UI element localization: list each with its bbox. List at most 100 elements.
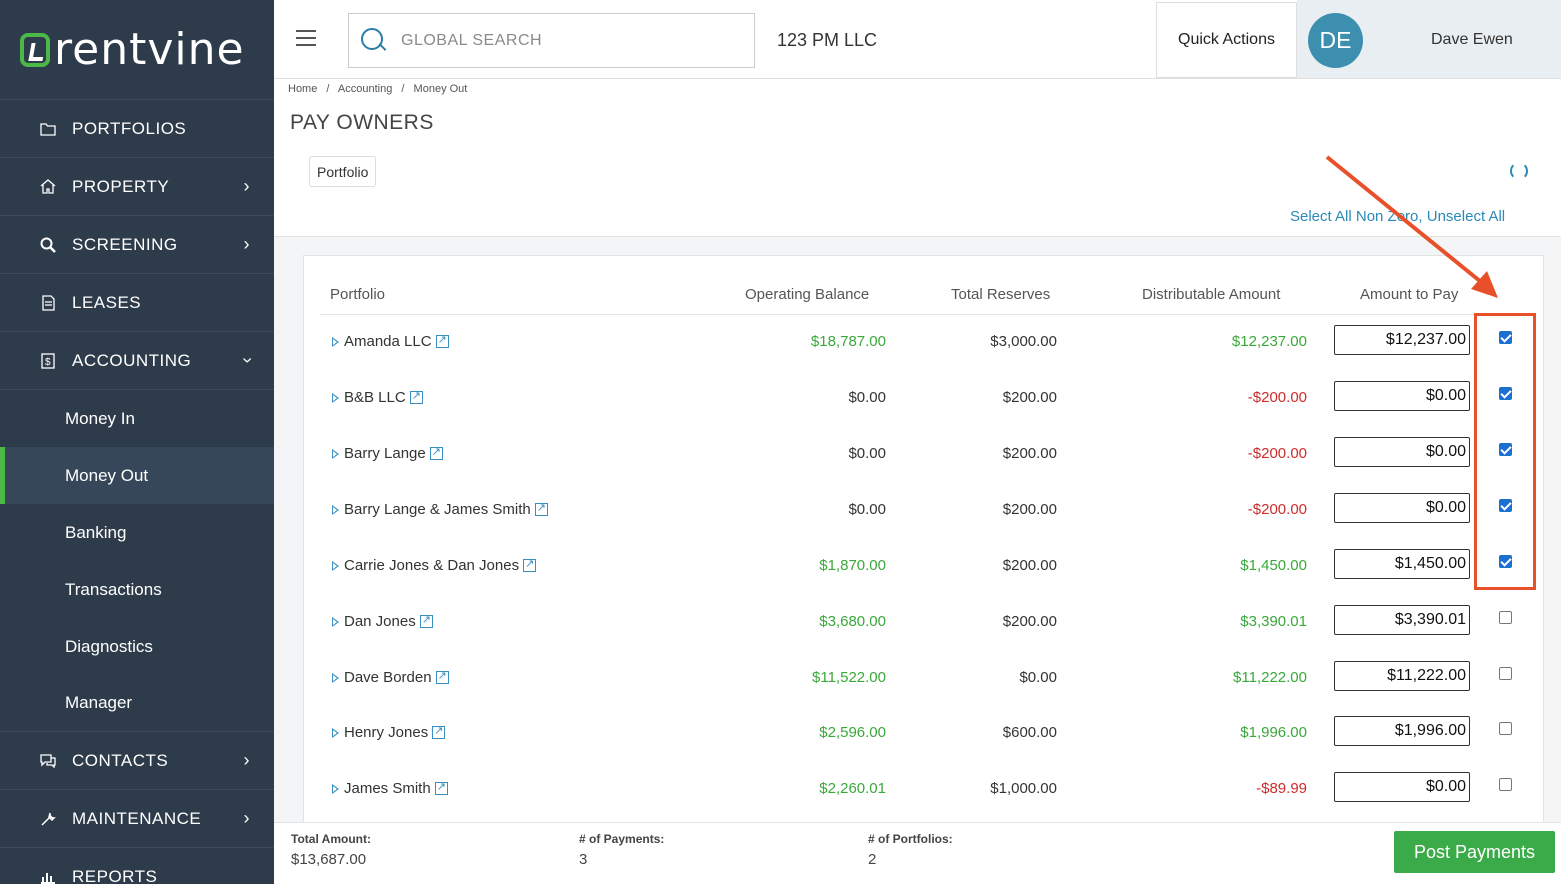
portfolio-cell[interactable]: James Smith: [332, 780, 448, 797]
logo-mark-icon: [20, 32, 50, 67]
portfolio-cell[interactable]: Barry Lange & James Smith: [332, 501, 548, 518]
company-name[interactable]: 123 PM LLC: [777, 30, 877, 51]
sidebar-item-maintenance[interactable]: MAINTENANCE ›: [0, 790, 274, 848]
portfolio-name: Dave Borden: [344, 669, 432, 686]
expand-triangle-icon[interactable]: [332, 504, 339, 515]
external-link-icon[interactable]: [435, 333, 449, 348]
portfolios-count-value: 2: [868, 851, 877, 868]
amount-to-pay-input[interactable]: [1334, 549, 1470, 579]
rentvine-logo[interactable]: rentvine: [0, 0, 274, 100]
logo-text: rentvine: [54, 24, 245, 75]
expand-triangle-icon[interactable]: [332, 448, 339, 459]
select-all-nonzero-link[interactable]: Select All Non Zero: [1290, 208, 1418, 225]
breadcrumb-separator: /: [326, 83, 330, 95]
portfolio-cell[interactable]: Amanda LLC: [332, 333, 449, 350]
portfolio-name: B&B LLC: [344, 389, 406, 406]
sidebar-item-accounting[interactable]: $ ACCOUNTING ›: [0, 332, 274, 390]
amount-to-pay-input[interactable]: [1334, 605, 1470, 635]
sidebar-item-reports[interactable]: REPORTS: [0, 848, 274, 884]
external-link-icon[interactable]: [429, 445, 443, 460]
expand-triangle-icon[interactable]: [332, 672, 339, 683]
table-row: Dan Jones $3,680.00 $200.00 $3,390.01: [320, 595, 1535, 651]
external-link-icon[interactable]: [435, 669, 449, 684]
external-link-icon[interactable]: [432, 724, 446, 739]
sidebar-item-portfolios[interactable]: PORTFOLIOS: [0, 100, 274, 158]
expand-triangle-icon[interactable]: [332, 392, 339, 403]
column-header-amount-to-pay[interactable]: Amount to Pay: [1360, 286, 1458, 303]
operating-balance: $1,870.00: [819, 557, 886, 574]
portfolio-cell[interactable]: Dan Jones: [332, 613, 433, 630]
pay-checkbox[interactable]: [1499, 667, 1512, 680]
expand-triangle-icon[interactable]: [332, 560, 339, 571]
amount-to-pay-input[interactable]: [1334, 381, 1470, 411]
table-row: Henry Jones $2,596.00 $600.00 $1,996.00: [320, 706, 1535, 762]
user-name[interactable]: Dave Ewen: [1431, 31, 1513, 49]
user-menu[interactable]: DE Dave Ewen: [1297, 0, 1561, 78]
sidebar-subitem-manager[interactable]: Manager: [0, 675, 274, 732]
external-link-icon[interactable]: [409, 389, 423, 404]
expand-triangle-icon[interactable]: [332, 616, 339, 627]
distributable-amount: $1,996.00: [1240, 724, 1307, 741]
external-link-icon[interactable]: [534, 501, 548, 516]
sidebar-item-leases[interactable]: LEASES: [0, 274, 274, 332]
portfolio-cell[interactable]: Dave Borden: [332, 669, 449, 686]
total-reserves: $1,000.00: [990, 780, 1057, 797]
sidebar-item-label: LEASES: [72, 292, 142, 312]
breadcrumb-home[interactable]: Home: [288, 83, 317, 95]
external-link-icon[interactable]: [523, 557, 537, 572]
expand-triangle-icon[interactable]: [332, 336, 339, 347]
sidebar-item-label: ACCOUNTING: [72, 350, 192, 370]
portfolio-cell[interactable]: Henry Jones: [332, 724, 446, 741]
expand-triangle-icon[interactable]: [332, 727, 339, 738]
portfolio-cell[interactable]: Barry Lange: [332, 445, 443, 462]
external-link-icon[interactable]: [434, 780, 448, 795]
amount-to-pay-input[interactable]: [1334, 437, 1470, 467]
operating-balance: $0.00: [848, 445, 886, 462]
magnify-icon: [38, 235, 58, 255]
sidebar-subitem-banking[interactable]: Banking: [0, 504, 274, 561]
pay-checkbox[interactable]: [1499, 778, 1512, 791]
sidebar-item-property[interactable]: PROPERTY ›: [0, 158, 274, 216]
external-link-icon[interactable]: [419, 613, 433, 628]
global-search-input[interactable]: [401, 31, 741, 50]
breadcrumb-accounting[interactable]: Accounting: [338, 83, 392, 95]
svg-text:$: $: [45, 357, 51, 368]
hamburger-menu-icon[interactable]: [296, 30, 316, 46]
top-bar: 123 PM LLC Quick Actions DE Dave Ewen: [274, 0, 1561, 79]
total-reserves: $200.00: [1002, 501, 1057, 518]
avatar[interactable]: DE: [1308, 13, 1363, 68]
amount-to-pay-input[interactable]: [1334, 716, 1470, 746]
payments-count-value: 3: [579, 851, 588, 868]
sidebar-subitem-diagnostics[interactable]: Diagnostics: [0, 618, 274, 675]
pay-checkbox[interactable]: [1499, 611, 1512, 624]
amount-to-pay-input[interactable]: [1334, 493, 1470, 523]
table-row: James Smith $2,260.01 $1,000.00 -$89.99: [320, 762, 1535, 818]
portfolio-name: Barry Lange & James Smith: [344, 501, 531, 518]
expand-triangle-icon[interactable]: [332, 783, 339, 794]
sidebar-subitem-transactions[interactable]: Transactions: [0, 561, 274, 618]
global-search[interactable]: [348, 13, 755, 68]
column-header-total-reserves[interactable]: Total Reserves: [951, 286, 1050, 303]
sidebar-subitem-money-in[interactable]: Money In: [0, 390, 274, 447]
total-reserves: $200.00: [1002, 389, 1057, 406]
portfolio-cell[interactable]: B&B LLC: [332, 389, 423, 406]
portfolio-cell[interactable]: Carrie Jones & Dan Jones: [332, 557, 537, 574]
column-header-operating-balance[interactable]: Operating Balance: [745, 286, 869, 303]
amount-to-pay-input[interactable]: [1334, 325, 1470, 355]
amount-to-pay-input[interactable]: [1334, 772, 1470, 802]
column-header-portfolio[interactable]: Portfolio: [330, 286, 385, 303]
sidebar-item-screening[interactable]: SCREENING ›: [0, 216, 274, 274]
table-row: Carrie Jones & Dan Jones $1,870.00 $200.00…: [320, 539, 1535, 595]
unselect-all-link[interactable]: Unselect All: [1427, 208, 1505, 225]
total-amount-label: Total Amount:: [291, 832, 371, 846]
sidebar-item-contacts[interactable]: CONTACTS ›: [0, 732, 274, 790]
post-payments-button[interactable]: Post Payments: [1394, 831, 1555, 873]
sidebar-subitem-money-out[interactable]: Money Out: [0, 447, 274, 504]
refresh-icon[interactable]: [1510, 162, 1528, 180]
sidebar-item-label: MAINTENANCE: [72, 808, 202, 828]
amount-to-pay-input[interactable]: [1334, 661, 1470, 691]
pay-checkbox[interactable]: [1499, 722, 1512, 735]
quick-actions-button[interactable]: Quick Actions: [1156, 2, 1297, 78]
column-header-distributable-amount[interactable]: Distributable Amount: [1142, 286, 1280, 303]
portfolio-filter-chip[interactable]: Portfolio: [309, 156, 377, 187]
